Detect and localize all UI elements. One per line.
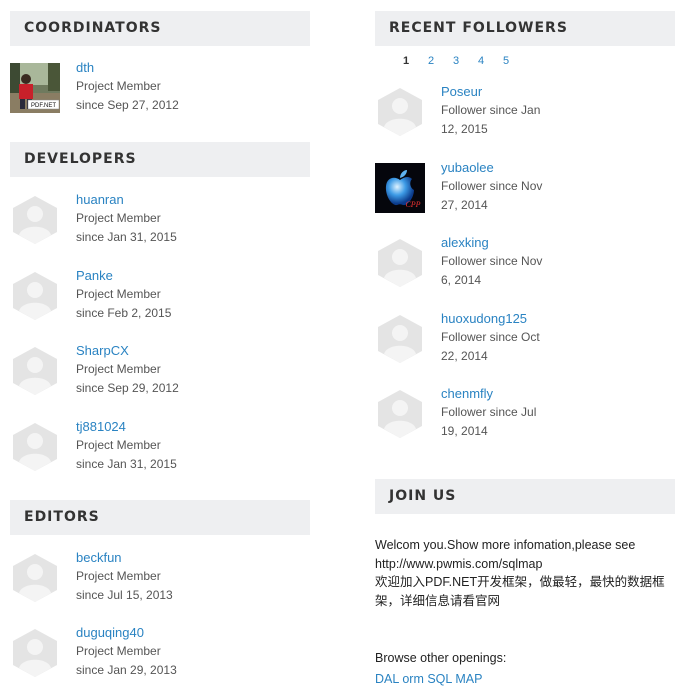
followers-pager: 12345 [403,55,528,67]
default-avatar-icon[interactable] [10,346,60,396]
svg-text:CPP: CPP [405,200,420,209]
follower-item: CPP yubaolee Follower since Nov 27, 2014 [375,160,675,223]
developers-header: DEVELOPERS [10,142,310,177]
member-name-link[interactable]: Panke [76,268,113,283]
default-avatar-icon[interactable] [10,271,60,321]
follower-item: huoxudong125 Follower since Oct 22, 2014 [375,311,675,374]
follower-since: Follower since Jan [441,103,541,117]
member-name-link[interactable]: tj881024 [76,419,126,434]
member-item: huanran Project Member since Jan 31, 2015 [10,192,310,255]
member-role: Project Member [76,644,161,658]
page-link-3[interactable]: 3 [453,55,478,67]
member-since: since Sep 29, 2012 [76,381,179,395]
member-item: SharpCX Project Member since Sep 29, 2012 [10,343,310,406]
member-role: Project Member [76,79,161,93]
member-role: Project Member [76,362,161,376]
default-avatar-icon[interactable] [375,389,425,439]
member-item: PDF.NET dth Project Member since Sep 27, 20… [10,60,310,123]
join-text-cn-1: 欢迎加入PDF.NET开发框架，做最轻，最快的数据框 [375,575,665,589]
join-text-1: Welcom you.Show more infomation,please s… [375,538,636,552]
follower-date: 19, 2014 [441,424,488,438]
page-link-4[interactable]: 4 [478,55,503,67]
join-url: http://www.pwmis.com/sqlmap [375,556,543,571]
follower-date: 12, 2015 [441,122,488,136]
follower-date: 22, 2014 [441,348,488,363]
member-since: since Jul 15, 2013 [76,588,173,602]
follower-date: 27, 2014 [441,197,488,212]
member-since: since Feb 2, 2015 [76,305,172,320]
member-name-link[interactable]: dth [76,60,94,75]
svg-text:PDF.NET: PDF.NET [31,103,56,109]
member-name-link[interactable]: huanran [76,192,124,207]
default-avatar-icon[interactable] [10,195,60,245]
member-role: Project Member [76,569,161,583]
editors-header: EDITORS [10,500,310,535]
member-role: Project Member [76,286,161,301]
follower-item: alexking Follower since Nov 6, 2014 [375,235,675,298]
followers-header: RECENT FOLLOWERS [375,11,675,46]
follower-since: Follower since Jul [441,405,537,419]
member-since: since Jan 31, 2015 [76,230,177,244]
member-name-link[interactable]: yubaolee [441,160,494,175]
default-avatar-icon[interactable] [10,422,60,472]
member-name-link[interactable]: chenmfly [441,386,493,401]
member-role: Project Member [76,211,161,225]
join-header: JOIN US [375,479,675,514]
follower-since: Follower since Nov [441,178,543,193]
member-name-link[interactable]: huoxudong125 [441,311,527,326]
coordinators-header: COORDINATORS [10,11,310,46]
avatar[interactable]: CPP [375,162,425,213]
member-item: duguqing40 Project Member since Jan 29, 20… [10,625,310,688]
default-avatar-icon[interactable] [10,628,60,678]
page-link-5[interactable]: 5 [503,55,528,67]
member-name-link[interactable]: SharpCX [76,343,129,358]
join-body: Welcom you.Show more infomation,please s… [375,536,675,688]
follower-date: 6, 2014 [441,273,482,287]
browse-label: Browse other openings: [375,651,507,665]
page-link-1[interactable]: 1 [403,55,428,67]
member-item: tj881024 Project Member since Jan 31, 2015 [10,419,310,482]
member-name-link[interactable]: duguqing40 [76,625,144,640]
default-avatar-icon[interactable] [375,314,425,364]
join-text-cn-2: 架，详细信息请看官网 [375,593,501,608]
member-since: since Jan 31, 2015 [76,456,177,471]
member-name-link[interactable]: alexking [441,235,489,250]
member-since: since Jan 29, 2013 [76,663,177,677]
avatar[interactable]: PDF.NET [10,63,60,113]
default-avatar-icon[interactable] [375,238,425,288]
follower-since: Follower since Nov [441,254,543,268]
default-avatar-icon[interactable] [375,87,425,137]
member-name-link[interactable]: Poseur [441,84,482,99]
member-item: Panke Project Member since Feb 2, 2015 [10,268,310,331]
page-link-2[interactable]: 2 [428,55,453,67]
member-name-link[interactable]: beckfun [76,550,122,565]
follower-since: Follower since Oct [441,329,540,344]
follower-item: chenmfly Follower since Jul 19, 2014 [375,386,675,449]
dal-orm-link[interactable]: DAL orm SQL MAP [375,670,675,689]
default-avatar-icon[interactable] [10,553,60,603]
member-since: since Sep 27, 2012 [76,98,179,112]
member-role: Project Member [76,437,161,452]
member-item: beckfun Project Member since Jul 15, 2013 [10,550,310,613]
follower-item: Poseur Follower since Jan 12, 2015 [375,84,675,147]
